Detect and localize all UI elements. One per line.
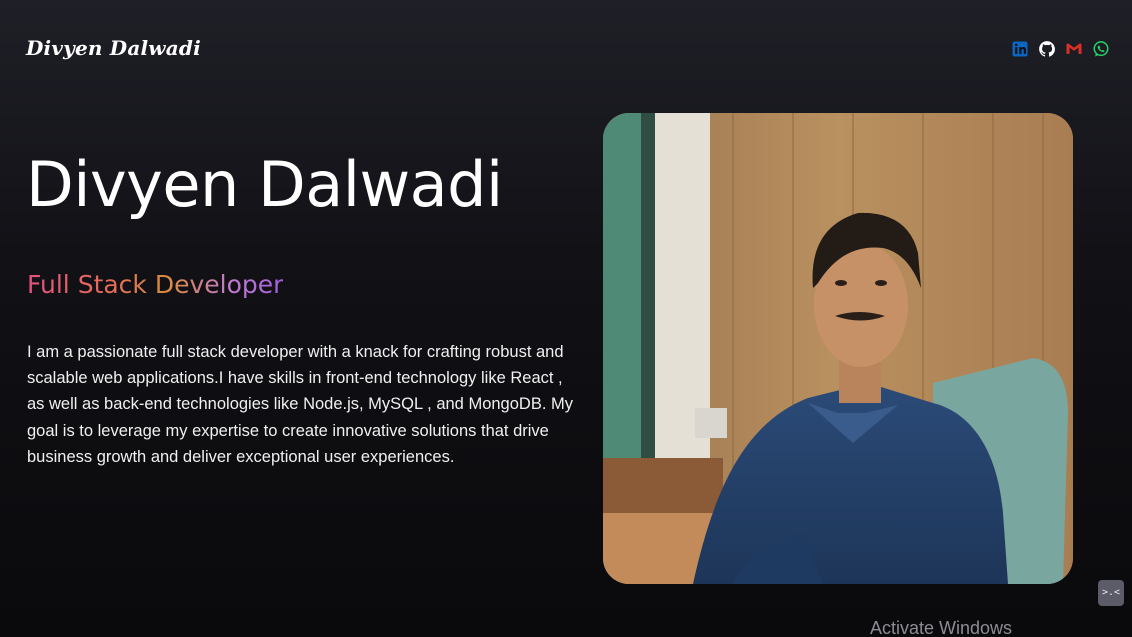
linkedin-icon [1012, 41, 1028, 57]
linkedin-link[interactable] [1011, 40, 1029, 58]
github-link[interactable] [1038, 40, 1056, 58]
github-icon [1039, 41, 1055, 57]
whatsapp-icon [1093, 41, 1109, 57]
bio-paragraph: I am a passionate full stack developer w… [27, 343, 573, 466]
profile-photo [603, 113, 1073, 584]
corner-widget-button[interactable]: >.< [1098, 580, 1124, 606]
job-title: Full Stack Developer [27, 268, 283, 302]
gmail-link[interactable] [1065, 40, 1083, 58]
site-logo[interactable]: Divyen Dalwadi [26, 36, 201, 60]
hero-name: Divyen Dalwadi [26, 148, 503, 221]
social-links [1011, 40, 1110, 58]
gmail-icon [1066, 43, 1082, 54]
activate-windows-watermark: Activate Windows [870, 618, 1013, 637]
whatsapp-link[interactable] [1092, 40, 1110, 58]
